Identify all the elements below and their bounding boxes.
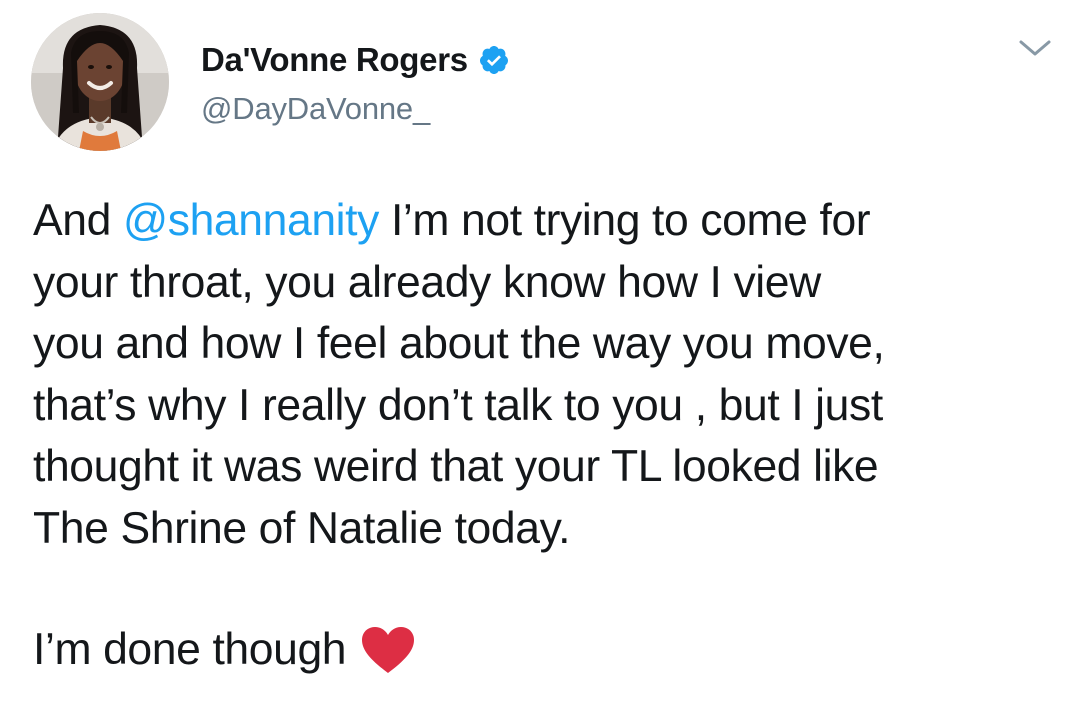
tweet-text-prefix: And (33, 196, 123, 245)
tweet-line: The Shrine of Natalie today. (33, 503, 571, 553)
heart-icon (360, 625, 416, 675)
tweet-closing-line: I’m done though (33, 619, 416, 681)
avatar[interactable] (31, 13, 169, 151)
chevron-down-icon[interactable] (1015, 33, 1055, 63)
tweet-text-segment: I’m not trying to come for (378, 196, 871, 245)
tweet-line: thought it was weird that your TL looked… (33, 442, 879, 491)
tweet-line: your throat, you already know how I view (33, 257, 821, 307)
mention-link[interactable]: @shannanity (123, 196, 379, 245)
user-handle[interactable]: @DayDaVonne_ (201, 91, 510, 127)
tweet-text: And @shannanity I’m not trying to come f… (33, 190, 1053, 559)
name-row: Da'Vonne Rogers (201, 38, 510, 82)
verified-badge-icon (478, 44, 510, 76)
closing-text: I’m done though (33, 625, 347, 674)
display-name[interactable]: Da'Vonne Rogers (201, 41, 468, 79)
tweet-line: you and how I feel about the way you mov… (33, 319, 885, 368)
tweet-line: that’s why I really don’t talk to you , … (33, 380, 883, 430)
tweet-line: And @shannanity I’m not trying to come f… (33, 190, 1053, 252)
tweet-card: Da'Vonne Rogers @DayDaVonne_ And @shanna… (0, 0, 1080, 710)
user-info: Da'Vonne Rogers @DayDaVonne_ (201, 38, 510, 127)
profile-photo-icon (31, 13, 169, 151)
